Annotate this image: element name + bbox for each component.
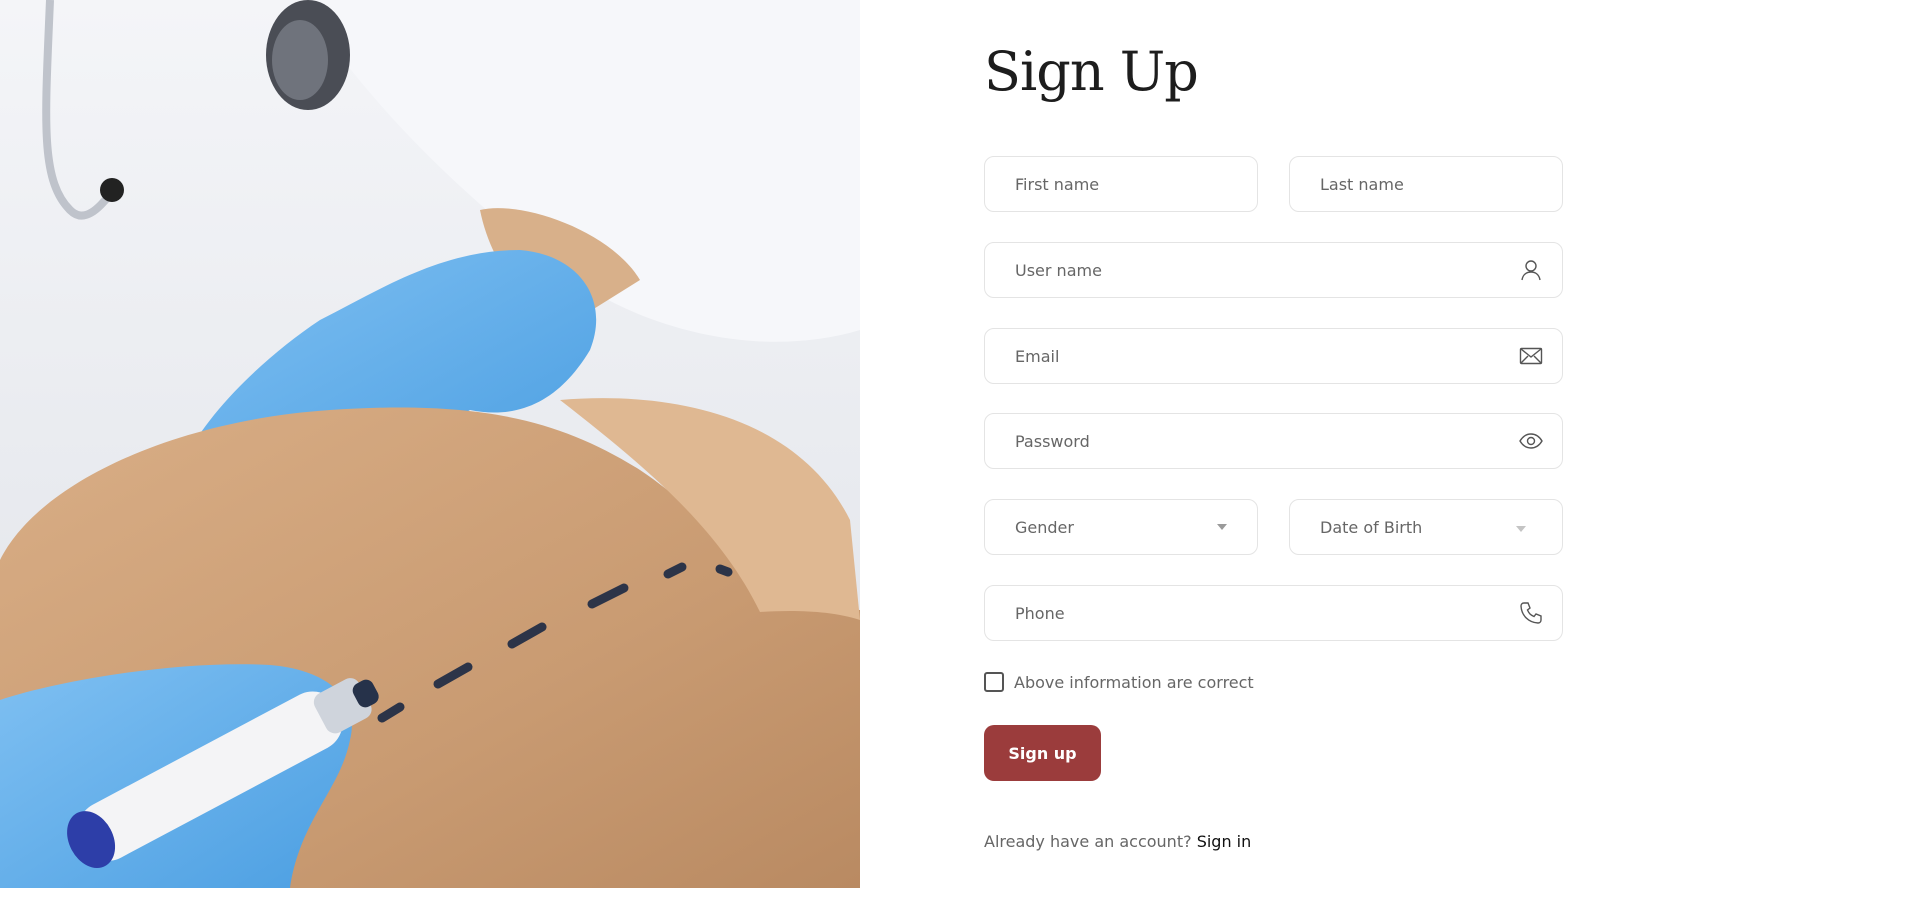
hero-illustration [0,0,860,888]
confirm-row: Above information are correct [984,672,1254,692]
password-input[interactable] [985,414,1562,468]
date-of-birth-select-value: Date of Birth [1320,518,1423,537]
eye-icon[interactable] [1518,428,1544,454]
signup-form: Sign Up First name Last name User name E… [984,0,1564,898]
user-name-input[interactable] [985,243,1562,297]
first-name-field [984,156,1258,212]
user-icon [1518,257,1544,283]
mail-icon [1518,343,1544,369]
date-of-birth-select[interactable]: Date of Birth [1289,499,1563,555]
chevron-down-icon [1217,524,1227,530]
email-input[interactable] [985,329,1562,383]
hero-photo [0,0,860,888]
password-field [984,413,1563,469]
signin-prompt-row: Already have an account? Sign in [984,832,1251,851]
signin-link[interactable]: Sign in [1197,832,1252,851]
confirm-checkbox[interactable] [984,672,1004,692]
last-name-field [1289,156,1563,212]
email-field [984,328,1563,384]
phone-icon [1518,600,1544,626]
signup-page: Sign Up First name Last name User name E… [0,0,1920,898]
page-title: Sign Up [984,40,1199,103]
confirm-checkbox-label[interactable]: Above information are correct [1014,673,1254,692]
phone-input[interactable] [985,586,1562,640]
signup-button[interactable]: Sign up [984,725,1101,781]
user-name-field [984,242,1563,298]
gender-select-value: Gender [1015,518,1074,537]
first-name-input[interactable] [985,157,1257,211]
last-name-input[interactable] [1290,157,1562,211]
signin-prompt-text: Already have an account? [984,832,1192,851]
chevron-down-icon [1516,526,1526,532]
phone-field [984,585,1563,641]
gender-select[interactable]: Gender [984,499,1258,555]
